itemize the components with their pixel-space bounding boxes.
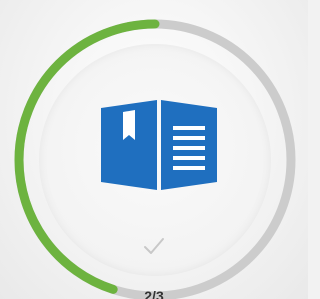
progress-count-label: 2/3 [144, 288, 164, 299]
open-book-icon [101, 100, 217, 190]
lesson-progress-card[interactable]: 2/3 [0, 0, 308, 299]
checkmark-icon [144, 238, 164, 254]
